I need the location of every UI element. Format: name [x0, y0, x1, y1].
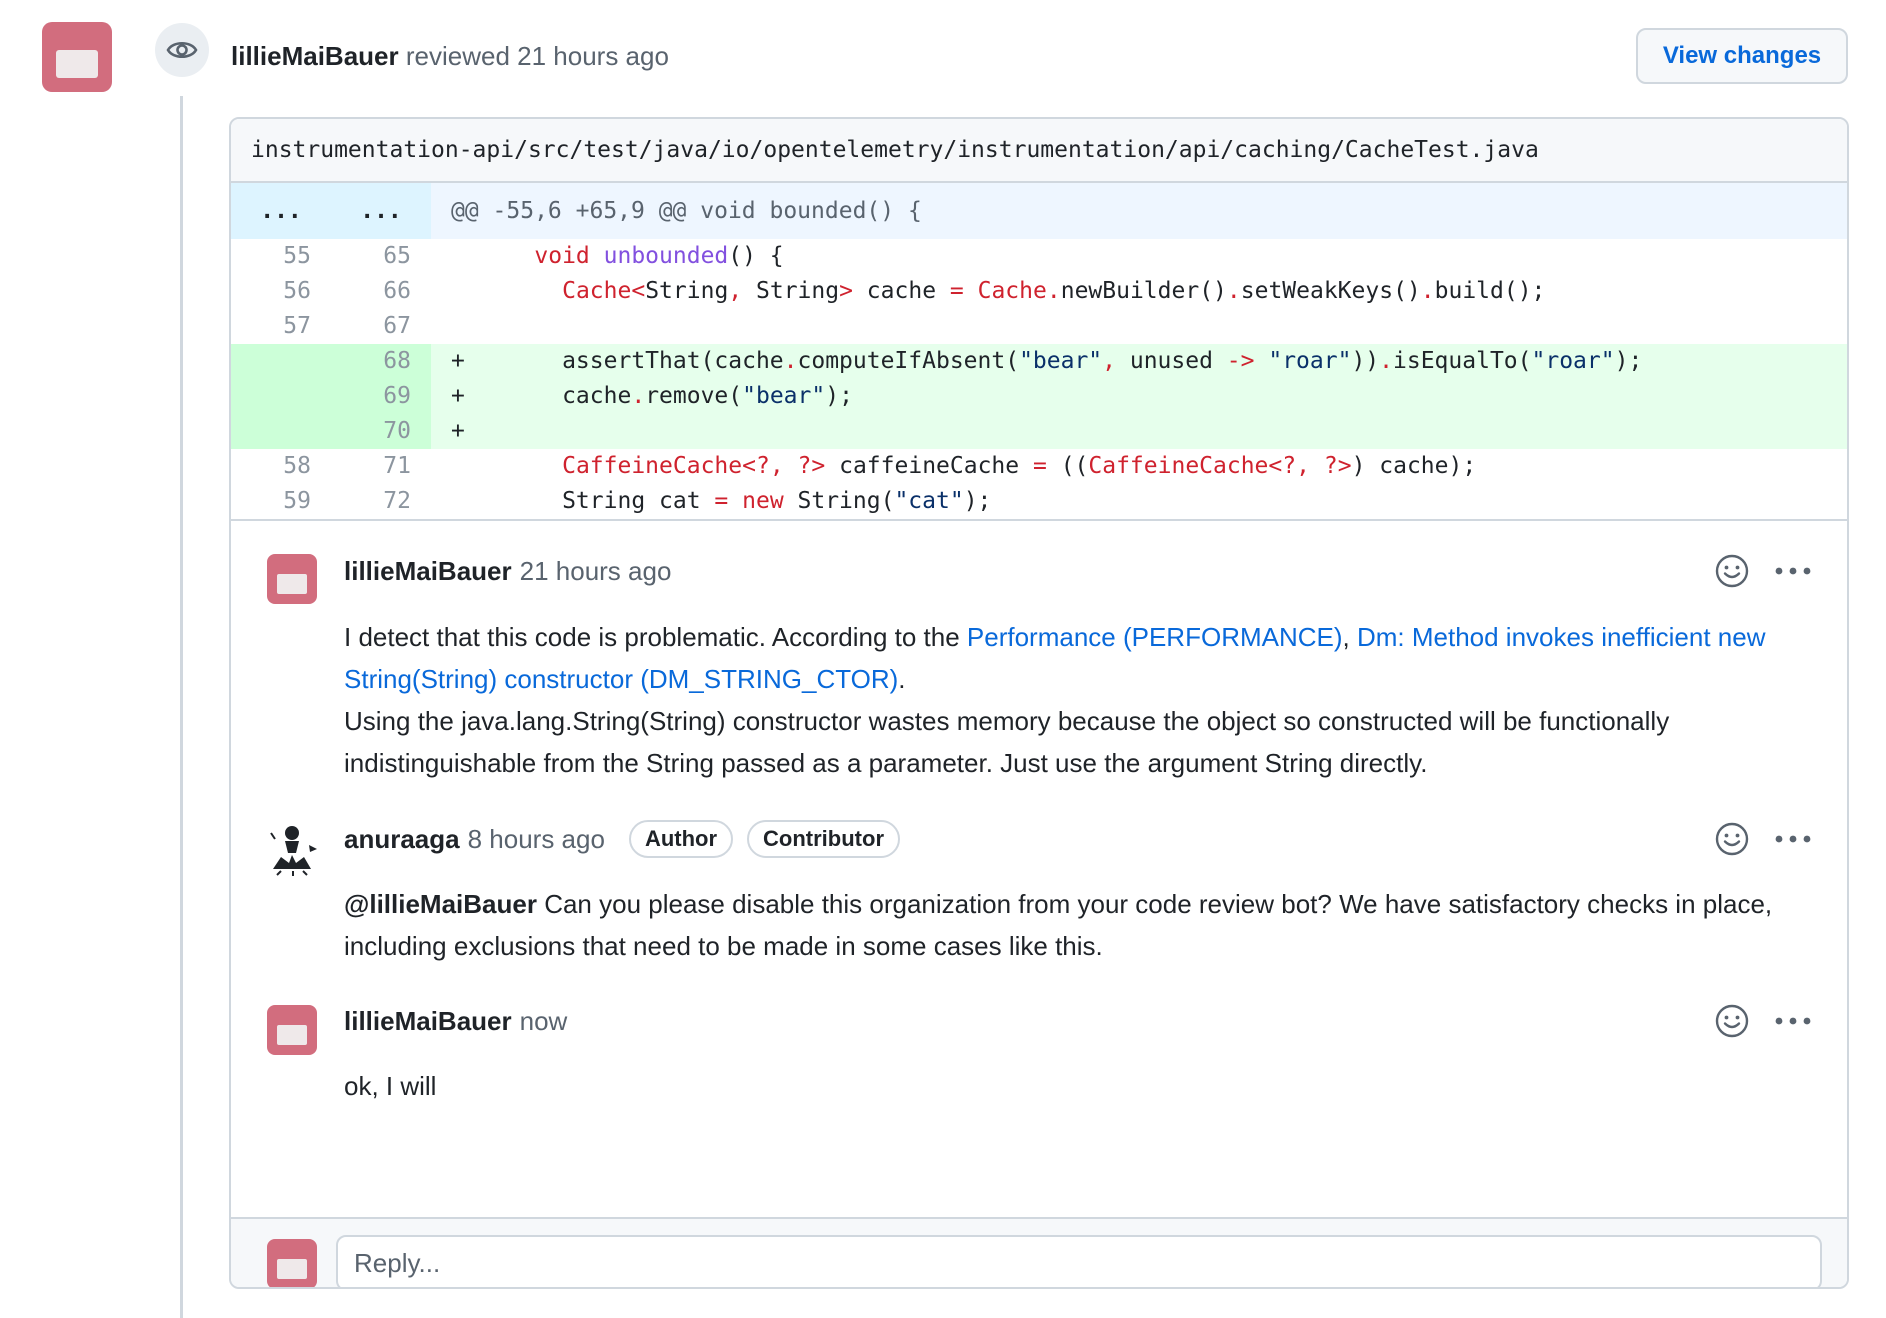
diff-sign: + — [451, 418, 465, 444]
old-line-number[interactable]: 57 — [231, 309, 331, 344]
kebab-horizontal-icon[interactable] — [1773, 833, 1813, 845]
diff-sign — [431, 274, 459, 309]
diff-line-added: 69 + cache.remove("bear"); — [231, 379, 1847, 414]
comment-author[interactable]: lillieMaiBauer — [344, 551, 512, 591]
avatar — [267, 1239, 317, 1287]
performance-link[interactable]: Performance (PERFORMANCE) — [967, 622, 1343, 652]
old-line-number[interactable]: 58 — [231, 449, 331, 484]
code-line: Cache<String, String> cache = Cache.newB… — [562, 278, 1546, 304]
user-mention[interactable]: @lillieMaiBauer — [344, 889, 537, 919]
diff-table: ... ... @@ -55,6 +65,9 @@ void bounded()… — [231, 183, 1847, 519]
comment-text: Using the java.lang.String(String) const… — [344, 706, 1670, 778]
old-line-number[interactable] — [231, 344, 331, 379]
old-line-number[interactable]: 56 — [231, 274, 331, 309]
review-time[interactable]: 21 hours ago — [517, 41, 669, 71]
hunk-header: @@ -55,6 +65,9 @@ void bounded() { — [431, 183, 1847, 239]
diff-sign — [431, 449, 459, 484]
comment-text: , — [1342, 622, 1357, 652]
comment-text: Can you please disable this organization… — [344, 889, 1773, 961]
comment-header: lillieMaiBauer now — [344, 1001, 567, 1041]
new-line-number[interactable]: 72 — [331, 484, 431, 519]
diff-line-added: 70 + — [231, 414, 1847, 449]
new-line-number[interactable]: 71 — [331, 449, 431, 484]
new-line-number[interactable]: 68 — [331, 344, 431, 379]
eye-icon — [155, 23, 209, 77]
diff-sign: + — [451, 383, 465, 409]
reviewer-name[interactable]: lillieMaiBauer — [231, 41, 399, 71]
diff-line-context: 57 67 — [231, 309, 1847, 344]
new-line-number[interactable]: 69 — [331, 379, 431, 414]
comment-time[interactable]: 21 hours ago — [520, 551, 672, 591]
new-line-number[interactable]: 65 — [331, 239, 431, 274]
smiley-icon[interactable] — [1714, 553, 1750, 589]
diff-line-context: 55 65 void unbounded() { — [231, 239, 1847, 274]
comment-text: I detect that this code is problematic. … — [344, 622, 967, 652]
diff-line-context: 58 71 CaffeineCache<?, ?> caffeineCache =… — [231, 449, 1847, 484]
review-header: lillieMaiBauer reviewed 21 hours ago — [231, 36, 669, 76]
diff-line-added: 68 + assertThat(cache.computeIfAbsent("be… — [231, 344, 1847, 379]
code-line: String cat = new String("cat"); — [479, 488, 992, 514]
reply-bar — [231, 1217, 1847, 1287]
smiley-icon[interactable] — [1714, 1003, 1750, 1039]
view-changes-button[interactable]: View changes — [1636, 28, 1848, 84]
review-action: reviewed — [405, 41, 510, 71]
smiley-icon[interactable] — [1714, 821, 1750, 857]
code-line: assertThat(cache.computeIfAbsent("bear",… — [479, 348, 1643, 374]
diff-line-context: 59 72 String cat = new String("cat"); — [231, 484, 1847, 519]
old-line-number[interactable]: 59 — [231, 484, 331, 519]
timeline-line — [180, 96, 183, 1318]
old-line-number[interactable]: 55 — [231, 239, 331, 274]
comment-thread: lillieMaiBauer 21 hours ago I detect tha… — [231, 519, 1847, 1131]
expand-down-button[interactable]: ... — [331, 183, 431, 239]
expand-up-button[interactable]: ... — [231, 183, 331, 239]
diff-sign — [431, 239, 459, 274]
avatar[interactable] — [263, 819, 321, 877]
comment-author[interactable]: lillieMaiBauer — [344, 1001, 512, 1041]
file-review-box: instrumentation-api/src/test/java/io/ope… — [229, 117, 1849, 1289]
old-line-number[interactable] — [231, 379, 331, 414]
code-line: cache.remove("bear"); — [479, 383, 853, 409]
kebab-horizontal-icon[interactable] — [1773, 565, 1813, 577]
code-line: void unbounded() { — [534, 243, 784, 269]
kebab-horizontal-icon[interactable] — [1773, 1015, 1813, 1027]
reply-input[interactable] — [336, 1235, 1822, 1287]
hunk-row: ... ... @@ -55,6 +65,9 @@ void bounded()… — [231, 183, 1847, 239]
comment-header: anuraaga 8 hours ago Author Contributor — [344, 819, 900, 859]
comment-body: I detect that this code is problematic. … — [344, 616, 1817, 784]
old-line-number[interactable] — [231, 414, 331, 449]
new-line-number[interactable]: 70 — [331, 414, 431, 449]
comment-time[interactable]: now — [520, 1001, 568, 1041]
comment-author[interactable]: anuraaga — [344, 819, 460, 859]
author-badge: Author — [628, 820, 734, 858]
diff-line-context: 56 66 Cache<String, String> cache = Cache… — [231, 274, 1847, 309]
contributor-badge: Contributor — [747, 820, 900, 858]
comment-text: . — [898, 664, 906, 694]
new-line-number[interactable]: 66 — [331, 274, 431, 309]
comment-body: ok, I will — [344, 1071, 437, 1101]
avatar[interactable] — [267, 1005, 317, 1055]
comment-body: @lillieMaiBauer Can you please disable t… — [344, 883, 1817, 967]
diff-sign — [431, 484, 459, 519]
avatar[interactable] — [267, 554, 317, 604]
diff-sign: + — [451, 348, 465, 374]
new-line-number[interactable]: 67 — [331, 309, 431, 344]
diff-sign — [431, 309, 459, 344]
comment-time[interactable]: 8 hours ago — [468, 819, 605, 859]
code-line: CaffeineCache<?, ?> caffeineCache = ((Ca… — [562, 453, 1477, 479]
avatar[interactable] — [42, 22, 112, 92]
file-path[interactable]: instrumentation-api/src/test/java/io/ope… — [231, 119, 1847, 183]
comment-header: lillieMaiBauer 21 hours ago — [344, 551, 671, 591]
